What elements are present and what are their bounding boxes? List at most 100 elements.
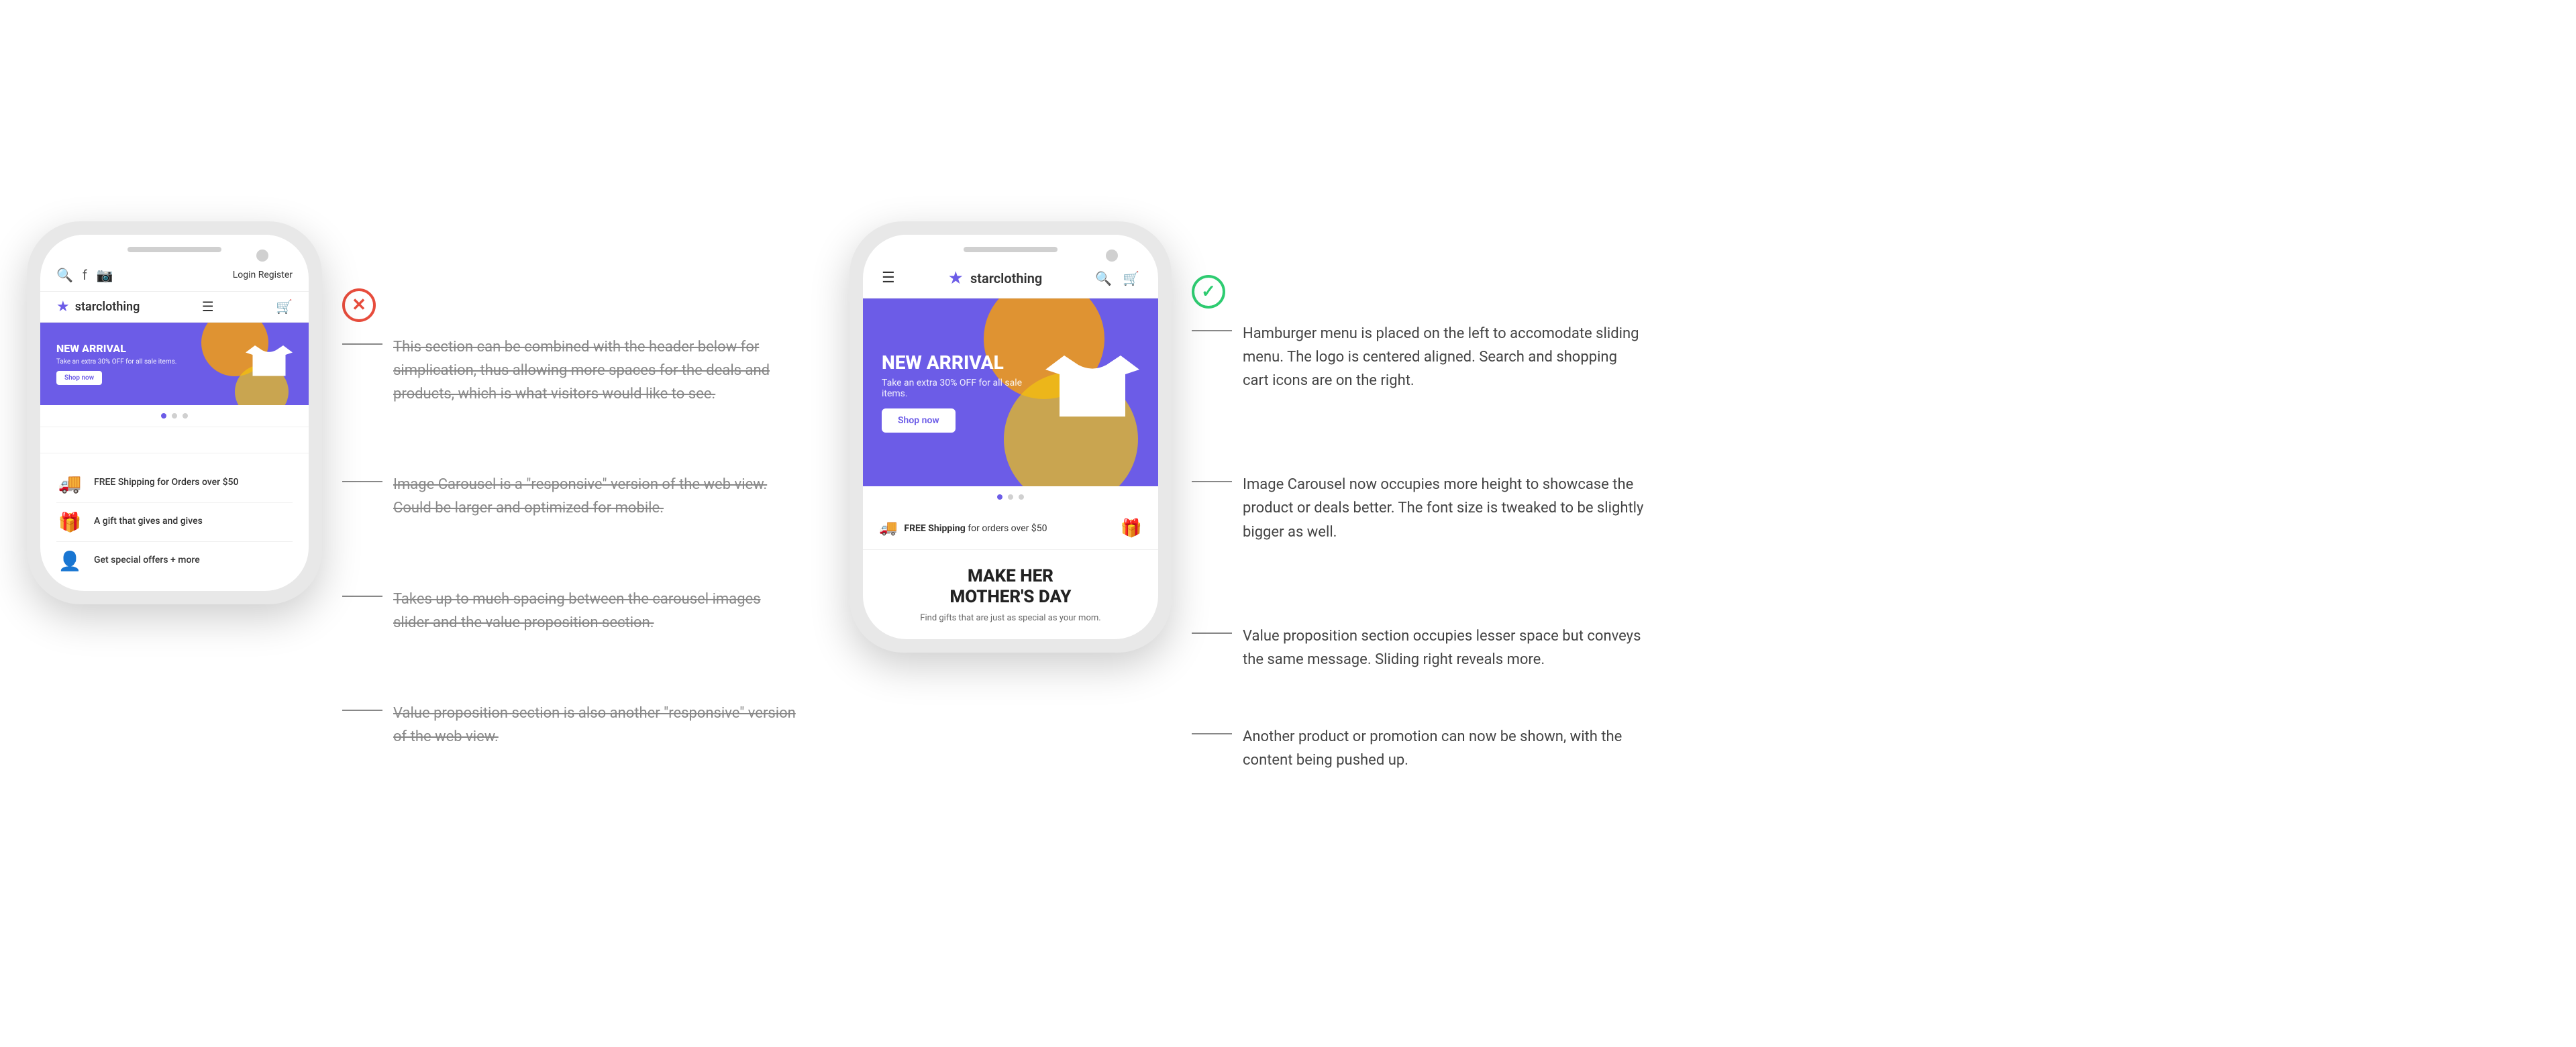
nav-logo-after: ★ starclothing [948, 268, 1043, 288]
dot-after-2 [1008, 494, 1013, 500]
instagram-icon[interactable]: 📷 [97, 267, 113, 283]
gift-icon-after: 🎁 [1121, 518, 1142, 539]
banner-text: NEW ARRIVAL Take an extra 30% OFF for al… [56, 342, 176, 384]
product-title: MAKE HERMOTHER'S DAY [879, 566, 1142, 608]
error-status-icon: ✕ [342, 288, 376, 322]
value-prop-offers: 👤 Get special offers + more [56, 542, 293, 580]
success-status-icon: ✓ [1192, 275, 1225, 309]
hamburger-icon-after[interactable]: ☰ [882, 270, 895, 286]
annotations-before: ✕ This section can be combined with the … [342, 221, 796, 803]
ann-line-3 [342, 596, 382, 597]
shipping-free: FREE Shipping [904, 523, 965, 534]
phone-camera [256, 250, 268, 262]
phone2-banner: NEW ARRIVAL Take an extra 30% OFF for al… [863, 298, 1158, 486]
ann-text-after-1: Hamburger menu is placed on the left to … [1243, 322, 1645, 393]
page-container: 🔍 f 📷 Login Register ★ starclothing [27, 221, 2549, 826]
phone2-navbar: ☰ ★ starclothing 🔍 🛒 [863, 259, 1158, 298]
shipping-condition: for orders over $50 [968, 523, 1047, 534]
ann-text-1-content: This section can be combined with the he… [393, 339, 770, 402]
ann-text-1: This section can be combined with the he… [393, 335, 796, 406]
banner-subtitle-after: Take an extra 30% OFF for all sale items… [882, 378, 1045, 399]
cart-icon-after[interactable]: 🛒 [1123, 270, 1139, 286]
notch-bar-after [964, 247, 1058, 252]
ann-text-after-2: Image Carousel now occupies more height … [1243, 473, 1645, 544]
ann-line-4 [342, 710, 382, 711]
social-icons: 🔍 f 📷 [56, 267, 113, 283]
value-prop-gift: 🎁 A gift that gives and gives [56, 503, 293, 542]
cart-icon[interactable]: 🛒 [276, 298, 293, 315]
banner-text-after: NEW ARRIVAL Take an extra 30% OFF for al… [882, 351, 1045, 433]
banner-tshirt-after [1045, 337, 1139, 447]
annotation-after-1: Hamburger menu is placed on the left to … [1192, 322, 1645, 393]
logo-text-after: starclothing [970, 270, 1042, 286]
spacing-indicator [40, 427, 309, 453]
annotation-before-3: Takes up to much spacing between the car… [342, 588, 796, 635]
dot-1 [161, 413, 166, 419]
dot-3 [183, 413, 188, 419]
annotation-after-3: Value proposition section occupies lesse… [1192, 624, 1645, 671]
annotation-after-4: Another product or promotion can now be … [1192, 725, 1645, 772]
phone1-banner: NEW ARRIVAL Take an extra 30% OFF for al… [40, 323, 309, 405]
before-section: 🔍 f 📷 Login Register ★ starclothing [27, 221, 796, 803]
nav-logo: ★ starclothing [56, 298, 140, 315]
banner-title: NEW ARRIVAL [56, 342, 176, 355]
dot-after-3 [1019, 494, 1024, 500]
annotation-before-4: Value proposition section is also anothe… [342, 702, 796, 749]
phone-notch [40, 235, 309, 259]
ann-line-after-3 [1192, 632, 1232, 634]
ann-text-2-content: Image Carousel is a "responsive" version… [393, 476, 767, 516]
header-icons-after: 🔍 🛒 [1095, 270, 1139, 286]
ann-text-2: Image Carousel is a "responsive" version… [393, 473, 796, 520]
phone2-product-section: MAKE HERMOTHER'S DAY Find gifts that are… [863, 550, 1158, 639]
phone1-navbar: ★ starclothing ☰ 🛒 [40, 292, 309, 323]
carousel-dots [40, 405, 309, 427]
logo-text: starclothing [75, 300, 140, 314]
phone-before-inner: 🔍 f 📷 Login Register ★ starclothing [40, 235, 309, 591]
shipping-text-after: FREE Shipping for orders over $50 [904, 523, 1047, 534]
ann-text-4: Value proposition section is also anothe… [393, 702, 796, 749]
shipping-icon-after: 🚚 [879, 520, 897, 537]
notch-bar [127, 247, 221, 252]
annotation-after-2: Image Carousel now occupies more height … [1192, 473, 1645, 544]
phone-after-inner: ☰ ★ starclothing 🔍 🛒 NEW ARRIVAL [863, 235, 1158, 639]
ann-line-after-4 [1192, 733, 1232, 734]
annotation-before-1: This section can be combined with the he… [342, 335, 796, 406]
value-props: 🚚 FREE Shipping for Orders over $50 🎁 A … [40, 453, 309, 591]
shipping-value-item: 🚚 FREE Shipping for orders over $50 [879, 520, 1047, 537]
search-icon[interactable]: 🔍 [56, 267, 73, 283]
banner-title-after: NEW ARRIVAL [882, 351, 1045, 374]
carousel-dots-after [863, 486, 1158, 508]
banner-button[interactable]: Shop now [56, 371, 102, 385]
after-section: ☰ ★ starclothing 🔍 🛒 NEW ARRIVAL [849, 221, 1645, 826]
dot-after-1 [997, 494, 1002, 500]
phone-after-notch [863, 235, 1158, 259]
banner-button-after[interactable]: Shop now [882, 408, 956, 433]
ann-line-1 [342, 343, 382, 345]
shipping-text: FREE Shipping for Orders over $50 [94, 476, 238, 490]
phone-after: ☰ ★ starclothing 🔍 🛒 NEW ARRIVAL [849, 221, 1172, 653]
logo-star-icon: ★ [56, 298, 70, 315]
ann-line-after-2 [1192, 481, 1232, 482]
offers-icon: 👤 [56, 550, 83, 572]
register-link[interactable]: Register [258, 270, 293, 280]
ann-text-4-content: Value proposition section is also anothe… [393, 705, 796, 745]
gift-text: A gift that gives and gives [94, 515, 203, 529]
phone1-social-header: 🔍 f 📷 Login Register [40, 259, 309, 292]
phone-before: 🔍 f 📷 Login Register ★ starclothing [27, 221, 322, 604]
search-icon-after[interactable]: 🔍 [1095, 270, 1112, 286]
annotations-after: ✓ Hamburger menu is placed on the left t… [1192, 221, 1645, 826]
login-register-links: Login Register [233, 270, 293, 280]
phone-camera-after [1106, 250, 1118, 262]
ann-text-3: Takes up to much spacing between the car… [393, 588, 796, 635]
login-link[interactable]: Login [233, 270, 256, 280]
annotation-before-2: Image Carousel is a "responsive" version… [342, 473, 796, 520]
ann-line-2 [342, 481, 382, 482]
banner-tshirt [246, 336, 293, 392]
dot-2 [172, 413, 177, 419]
banner-subtitle: Take an extra 30% OFF for all sale items… [56, 358, 176, 366]
hamburger-icon[interactable]: ☰ [202, 298, 214, 315]
gift-icon: 🎁 [56, 511, 83, 533]
ann-line-after-1 [1192, 330, 1232, 331]
value-prop-shipping: 🚚 FREE Shipping for Orders over $50 [56, 464, 293, 503]
facebook-icon[interactable]: f [83, 267, 87, 283]
